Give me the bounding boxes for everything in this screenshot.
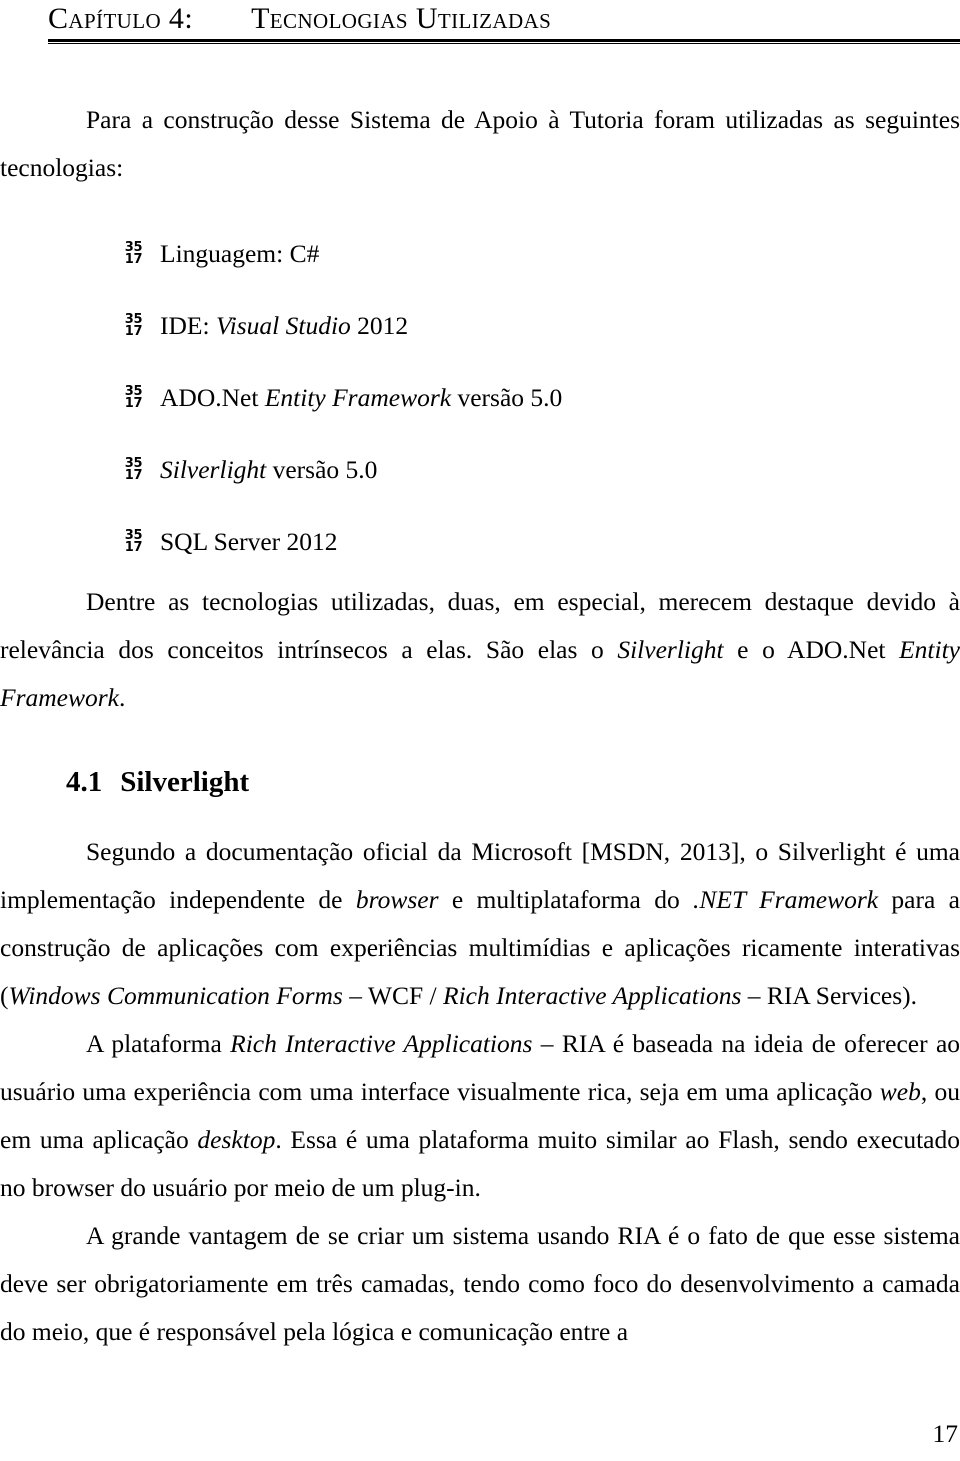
chapter-header: Capítulo 4: Tecnologias Utilizadas xyxy=(48,2,960,36)
chapter-label: Capítulo 4: xyxy=(48,2,194,35)
p1-italic-ria: Rich Interactive Applications xyxy=(443,981,742,1010)
p1-italic-browser: browser xyxy=(355,885,439,914)
highlight-text-3: . xyxy=(118,683,126,712)
chapter-title: Tecnologias Utilizadas xyxy=(251,2,552,35)
list-item-label: IDE: Visual Studio 2012 xyxy=(160,302,408,350)
header-rule-thick-line xyxy=(48,39,960,42)
bullet-code-bottom: 17 xyxy=(124,396,143,411)
section-heading: 4.1 Silverlight xyxy=(0,762,960,802)
highlight-text-2: e o ADO.Net xyxy=(723,635,900,664)
missing-glyph-bullet-icon: 35 17 xyxy=(122,313,145,339)
list-item: 35 17 IDE: Visual Studio 2012 xyxy=(0,290,960,362)
p2-italic-web: web xyxy=(879,1077,921,1106)
list-item-text-before: IDE: xyxy=(160,311,216,340)
p1-text-5: – RIA Services). xyxy=(741,981,918,1010)
list-item: 35 17 Silverlight versão 5.0 xyxy=(0,434,960,506)
p2-italic-desktop: desktop xyxy=(197,1125,276,1154)
list-item-label: Linguagem: C# xyxy=(160,230,319,278)
bullet-code-bottom: 17 xyxy=(124,468,143,483)
highlight-paragraph: Dentre as tecnologias utilizadas, duas, … xyxy=(0,578,960,722)
list-item-text-after: 2012 xyxy=(350,311,409,340)
missing-glyph-bullet-icon: 35 17 xyxy=(122,385,145,411)
list-item-text-italic: Silverlight xyxy=(160,455,267,484)
list-item-text-italic: Entity Framework xyxy=(264,383,452,412)
technology-list: 35 17 Linguagem: C# 35 17 IDE: Visual St… xyxy=(0,218,960,578)
missing-glyph-bullet-icon: 35 17 xyxy=(122,241,145,267)
list-item: 35 17 SQL Server 2012 xyxy=(0,506,960,578)
intro-paragraph: Para a construção desse Sistema de Apoio… xyxy=(0,105,960,182)
section-title: Silverlight xyxy=(120,766,250,798)
list-item: 35 17 Linguagem: C# xyxy=(0,218,960,290)
list-item-text-after: versão 5.0 xyxy=(451,383,563,412)
p2-italic-ria: Rich Interactive Applications xyxy=(230,1029,533,1058)
p1-text-4: – WCF / xyxy=(342,981,443,1010)
list-item-label: ADO.Net Entity Framework versão 5.0 xyxy=(160,374,562,422)
highlight-italic-silverlight: Silverlight xyxy=(617,635,724,664)
missing-glyph-bullet-icon: 35 17 xyxy=(122,457,145,483)
p2-text-1: A plataforma xyxy=(86,1029,231,1058)
p1-text-2: e multiplataforma do xyxy=(438,885,694,914)
body-content: Para a construção desse Sistema de Apoio… xyxy=(0,96,960,1356)
p1-italic-net-framework: .NET Framework xyxy=(693,885,879,914)
bullet-code-bottom: 17 xyxy=(124,324,143,339)
header-divider-rule xyxy=(48,39,960,44)
bullet-code-bottom: 17 xyxy=(124,540,143,555)
page-number: 17 xyxy=(932,1419,959,1448)
list-item-text-before: SQL Server 2012 xyxy=(160,527,338,556)
list-item-text-after: versão 5.0 xyxy=(266,455,378,484)
paragraph-ria-platform: A plataforma Rich Interactive Applicatio… xyxy=(0,1020,960,1212)
paragraph-silverlight-definition: Segundo a documentação oficial da Micros… xyxy=(0,828,960,1020)
section-number: 4.1 xyxy=(66,766,103,798)
header-rule-thin-line xyxy=(48,43,960,44)
list-item-label: Silverlight versão 5.0 xyxy=(160,446,377,494)
list-item: 35 17 ADO.Net Entity Framework versão 5.… xyxy=(0,362,960,434)
missing-glyph-bullet-icon: 35 17 xyxy=(122,529,145,555)
list-item-text-italic: Visual Studio xyxy=(215,311,351,340)
document-page: Capítulo 4: Tecnologias Utilizadas Para a… xyxy=(0,0,960,1461)
paragraph-ria-advantage: A grande vantagem de se criar um sistema… xyxy=(0,1221,960,1346)
list-item-label: SQL Server 2012 xyxy=(160,518,338,566)
bullet-code-bottom: 17 xyxy=(124,252,143,267)
list-item-text-before: Linguagem: C# xyxy=(160,239,320,268)
p1-italic-wcf: Windows Communication Forms xyxy=(8,981,343,1010)
list-item-text-before: ADO.Net xyxy=(160,383,265,412)
